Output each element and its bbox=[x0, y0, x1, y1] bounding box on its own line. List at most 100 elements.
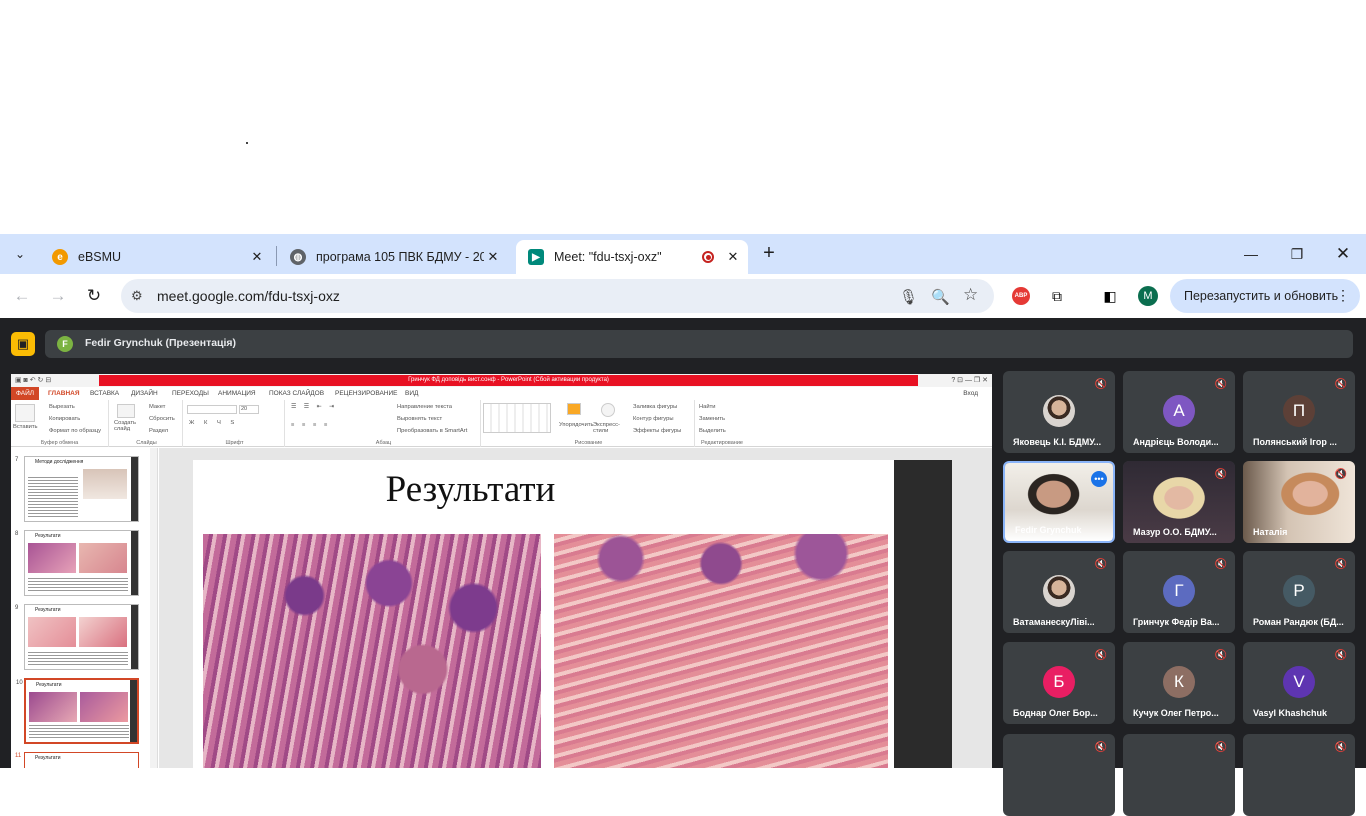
close-tab-icon[interactable]: ✕ bbox=[484, 249, 502, 265]
powerpoint-titlebar: ▣ ◙ ↶ ↻ ⊟ Гринчук ФД доповідь вист.сонф … bbox=[11, 374, 992, 387]
slide-thumbnail: 8 Результати bbox=[15, 530, 139, 596]
presentation-icon[interactable]: ▣ bbox=[11, 332, 35, 356]
presenter-avatar: F bbox=[57, 336, 73, 352]
relaunch-update-button[interactable]: Перезапустить и обновить ⋮ bbox=[1170, 279, 1360, 313]
thumbnail-scrollbar bbox=[150, 448, 157, 768]
participant-name: ВатаманескуЛіві... bbox=[1013, 617, 1095, 627]
slide-thumbnails: 7 Методи дослідження 8 Результати 9 Резу… bbox=[11, 448, 158, 768]
participant-tile[interactable]: 🔇 ВатаманескуЛіві... bbox=[1003, 551, 1115, 633]
profile-avatar[interactable]: M bbox=[1136, 284, 1160, 308]
group-label: Абзац bbox=[375, 440, 392, 446]
tab-animation: АНИМАЦИЯ bbox=[218, 390, 256, 397]
mic-muted-icon: 🔇 bbox=[1334, 650, 1347, 661]
participant-tile[interactable]: 🔇 bbox=[1123, 734, 1235, 816]
restore-icon[interactable]: ❐ bbox=[1274, 240, 1320, 268]
bookmark-star-icon[interactable]: ☆ bbox=[963, 285, 978, 305]
clipboard-group: Вставить Вырезать Копировать Формат по о… bbox=[11, 400, 109, 447]
slide-thumbnail: 9 Результати bbox=[15, 604, 139, 670]
zoom-icon[interactable]: 🔍 bbox=[931, 288, 950, 306]
new-slide-icon bbox=[117, 404, 135, 418]
new-slide-label: Создать слайд bbox=[114, 420, 137, 432]
group-label: Редактирование bbox=[701, 440, 743, 446]
globe-icon: ◍ bbox=[290, 249, 306, 265]
tab-meet[interactable]: ▶ Meet: "fdu-tsxj-oxz" ✕ bbox=[516, 240, 748, 274]
slide-number: 11 bbox=[15, 753, 22, 759]
chrome-menu-icon[interactable]: ⋮ bbox=[1336, 287, 1350, 304]
url-text[interactable]: meet.google.com/fdu-tsxj-oxz bbox=[157, 288, 340, 304]
site-info-icon[interactable]: ⚙ bbox=[131, 288, 143, 304]
back-icon[interactable]: ← bbox=[10, 284, 34, 308]
participant-avatar: A bbox=[1163, 395, 1195, 427]
tab-title: програма 105 ПВК БДМУ - 202 bbox=[316, 250, 484, 264]
adblock-plus-icon[interactable]: ABP bbox=[1009, 284, 1033, 308]
participant-tile[interactable]: ••• Fedir Grynchuk bbox=[1003, 461, 1115, 543]
thumb-dark-bar bbox=[131, 531, 138, 595]
tab-search-dropdown-icon[interactable]: ⌄ bbox=[8, 242, 32, 266]
current-slide: Результати bbox=[193, 460, 952, 768]
paste-label: Вставить bbox=[13, 424, 38, 430]
tab-ebsmu[interactable]: e eBSMU ✕ bbox=[40, 240, 272, 274]
mic-muted-icon: 🔇 bbox=[1334, 469, 1347, 480]
extensions-icon[interactable]: ⧉ bbox=[1045, 284, 1069, 308]
group-label: Буфер обмена bbox=[40, 440, 79, 446]
side-panel-icon[interactable]: ◧ bbox=[1098, 284, 1122, 308]
thumb-dark-bar bbox=[131, 605, 138, 669]
participant-tile[interactable]: П 🔇 Полянський Ігор ... bbox=[1243, 371, 1355, 453]
thumb-text bbox=[29, 725, 129, 739]
forward-icon[interactable]: → bbox=[46, 284, 70, 308]
participant-tile[interactable]: 🔇 Мазур О.О. БДМУ... bbox=[1123, 461, 1235, 543]
participant-tile[interactable]: 🔇 bbox=[1003, 734, 1115, 816]
more-options-icon[interactable]: ••• bbox=[1091, 471, 1107, 487]
slide-thumb-title: Результати bbox=[36, 682, 62, 688]
tab-programa[interactable]: ◍ програма 105 ПВК БДМУ - 202 ✕ bbox=[278, 240, 508, 274]
thumb-image bbox=[79, 617, 127, 647]
reset-label: Сбросить bbox=[149, 416, 175, 422]
participant-tile[interactable]: 🔇 Наталія bbox=[1243, 461, 1355, 543]
tab-title: Meet: "fdu-tsxj-oxz" bbox=[554, 250, 662, 264]
participant-tile[interactable]: К 🔇 Кучук Олег Петро... bbox=[1123, 642, 1235, 724]
minimize-icon[interactable]: — bbox=[1228, 240, 1274, 268]
group-label: Слайды bbox=[136, 440, 157, 446]
mic-muted-icon: 🔇 bbox=[1214, 559, 1227, 570]
participant-name: Fedir Grynchuk bbox=[1015, 525, 1082, 535]
select-label: Выделить bbox=[699, 428, 726, 434]
participant-tile[interactable]: A 🔇 Андрієць Володи... bbox=[1123, 371, 1235, 453]
participant-tile[interactable]: Г 🔇 Гринчук Федір Ва... bbox=[1123, 551, 1235, 633]
reload-icon[interactable]: ↻ bbox=[82, 284, 106, 308]
close-tab-icon[interactable]: ✕ bbox=[724, 249, 742, 265]
thumb-text bbox=[28, 578, 128, 592]
participant-tile[interactable]: V 🔇 Vasyl Khashchuk bbox=[1243, 642, 1355, 724]
presenter-bar: F Fedir Grynchuk (Презентація) bbox=[45, 330, 1353, 358]
copy-label: Копировать bbox=[49, 416, 81, 422]
close-tab-icon[interactable]: ✕ bbox=[248, 249, 266, 265]
arrange-label: Упорядочить bbox=[559, 422, 594, 428]
format-painter-label: Формат по образцу bbox=[49, 428, 101, 434]
ribbon-tabs: ФАЙЛ ГЛАВНАЯ ВСТАВКА ДИЗАЙН ПЕРЕХОДЫ АНИ… bbox=[11, 387, 992, 400]
participant-tile[interactable]: Р 🔇 Роман Рандюк (БД... bbox=[1243, 551, 1355, 633]
address-bar[interactable]: ⚙ meet.google.com/fdu-tsxj-oxz 🎙 🔍 ☆ bbox=[121, 279, 994, 313]
ribbon: Вставить Вырезать Копировать Формат по о… bbox=[11, 400, 992, 447]
mic-muted-icon: 🔇 bbox=[1214, 742, 1227, 753]
participant-avatar bbox=[1043, 575, 1075, 607]
smartart-label: Преобразовать в SmartArt bbox=[397, 428, 468, 434]
font-size-field: 20 bbox=[239, 405, 259, 414]
slide-thumb-title: Результати bbox=[35, 533, 61, 539]
participant-name: Мазур О.О. БДМУ... bbox=[1133, 527, 1217, 537]
participant-avatar: П bbox=[1283, 395, 1315, 427]
ebsmu-favicon-icon: e bbox=[52, 249, 68, 265]
font-style-icons: Ж К Ч S bbox=[189, 420, 239, 426]
thumb-image bbox=[80, 692, 128, 722]
mic-muted-icon: 🔇 bbox=[1334, 742, 1347, 753]
thumb-image bbox=[79, 543, 127, 573]
tab-view: ВИД bbox=[405, 390, 419, 397]
participant-tile[interactable]: 🔇 bbox=[1243, 734, 1355, 816]
participant-tile[interactable]: 🔇 Яковець К.І. БДМУ... bbox=[1003, 371, 1115, 453]
slide-number: 8 bbox=[15, 531, 19, 537]
close-window-icon[interactable]: ✕ bbox=[1320, 240, 1366, 268]
powerpoint-window-title: Гринчук ФД доповідь вист.сонф - PowerPoi… bbox=[99, 375, 918, 386]
participant-tile[interactable]: Б 🔇 Боднар Олег Бор... bbox=[1003, 642, 1115, 724]
meet-favicon-icon: ▶ bbox=[528, 249, 544, 265]
microphone-icon[interactable]: 🎙 bbox=[899, 288, 918, 306]
participant-name: Яковець К.І. БДМУ... bbox=[1013, 437, 1102, 447]
new-tab-button[interactable]: + bbox=[758, 242, 780, 264]
